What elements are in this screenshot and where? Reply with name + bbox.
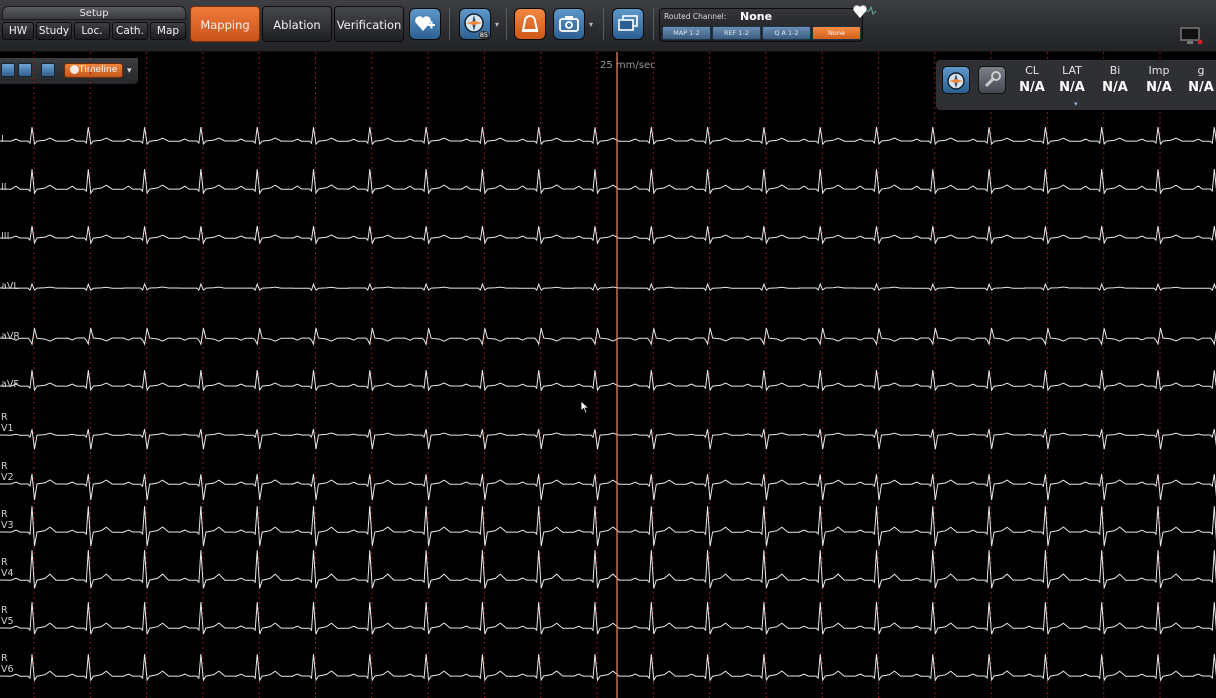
- toolbar-separator: [506, 8, 507, 40]
- toolbar-separator: [603, 8, 604, 40]
- cl-label: CL: [1025, 64, 1039, 77]
- compass-button[interactable]: 85: [459, 8, 491, 40]
- tab-mapping[interactable]: Mapping: [190, 6, 260, 42]
- ecg-trace-v4: [0, 549, 1216, 589]
- setup-title: Setup: [2, 6, 186, 20]
- camera-icon: [559, 16, 579, 32]
- routed-tab-ref[interactable]: REF 1-2: [712, 26, 761, 40]
- chevron-down-icon[interactable]: ▾: [589, 20, 593, 29]
- impedance-label: Imp: [1148, 64, 1170, 77]
- mouse-cursor-icon: [580, 400, 590, 414]
- settings-readout-button[interactable]: [978, 66, 1006, 94]
- ecg-trace-v1: [0, 428, 1216, 450]
- routed-tab-map[interactable]: MAP 1-2: [662, 26, 711, 40]
- compass-icon: [947, 72, 965, 90]
- display-button[interactable]: [612, 8, 644, 40]
- routed-tab-qa[interactable]: Q A 1-2: [762, 26, 811, 40]
- routed-channel-label: Routed Channel:: [664, 12, 727, 21]
- lead-label-avl: aVL: [1, 281, 19, 292]
- heart-status-icon[interactable]: [852, 4, 878, 20]
- compass-readout-button[interactable]: [942, 66, 970, 94]
- ecg-trace-avr: [0, 327, 1216, 346]
- location-button[interactable]: Loc.: [74, 22, 110, 40]
- lead-label-avr: aVR: [1, 331, 20, 342]
- lead-label-v5: R V5: [1, 605, 14, 627]
- ecg-trace-v3: [0, 505, 1216, 547]
- setup-group: Setup HW Study Loc. Cath. Map: [2, 6, 186, 44]
- lead-label-iii: III: [1, 231, 10, 242]
- heart-plus-icon: [415, 16, 435, 31]
- add-heart-button[interactable]: [409, 8, 441, 40]
- lead-label-v3: R V3: [1, 509, 14, 531]
- lead-label-v6: R V6: [1, 653, 14, 675]
- ecg-trace-iii: [0, 225, 1216, 245]
- chevron-down-icon[interactable]: ▾: [1074, 100, 1078, 108]
- force-label: g: [1197, 64, 1205, 77]
- routed-channel-panel: Routed Channel: None MAP 1-2 REF 1-2 Q A…: [659, 8, 863, 42]
- bell-map-button[interactable]: [514, 8, 546, 40]
- monitor-icon[interactable]: [1178, 26, 1204, 46]
- routed-channel-value: None: [740, 10, 773, 23]
- lead-label-v4: R V4: [1, 557, 14, 579]
- ecg-trace-avl: [0, 282, 1216, 292]
- measurement-readout-panel: CL N/A LAT N/A ▾ Bi N/A Imp N/A g N/A: [936, 60, 1216, 110]
- ecg-waveform-area[interactable]: [0, 52, 1216, 698]
- ecg-trace-i: [0, 126, 1216, 146]
- lead-label-v1: R V1: [1, 412, 14, 434]
- chevron-down-icon[interactable]: ▾: [495, 20, 499, 29]
- ecg-trace-ii: [0, 168, 1216, 195]
- toolbar-separator: [449, 8, 450, 40]
- ecg-trace-avf: [0, 369, 1216, 392]
- lead-label-ii: II: [1, 182, 7, 193]
- catheter-button[interactable]: Cath.: [112, 22, 148, 40]
- impedance-value: N/A: [1146, 80, 1172, 95]
- tab-ablation[interactable]: Ablation: [262, 6, 332, 42]
- snapshot-button[interactable]: [553, 8, 585, 40]
- lat-value: N/A: [1059, 80, 1085, 95]
- lat-label: LAT: [1062, 64, 1082, 77]
- routed-tab-none[interactable]: None: [812, 26, 861, 40]
- force-value: N/A: [1188, 80, 1214, 95]
- lead-label-i: I: [1, 134, 4, 145]
- map-button[interactable]: Map: [150, 22, 186, 40]
- ecg-trace-v5: [0, 601, 1216, 635]
- hw-button[interactable]: HW: [2, 22, 34, 40]
- toolbar-separator: [653, 8, 654, 40]
- bipolar-label: Bi: [1109, 64, 1121, 77]
- ecg-trace-v2: [0, 473, 1216, 501]
- bipolar-value: N/A: [1102, 80, 1128, 95]
- windows-icon: [618, 15, 638, 31]
- main-toolbar: Setup HW Study Loc. Cath. Map Mapping Ab…: [0, 0, 1216, 52]
- lead-label-v2: R V2: [1, 461, 14, 483]
- badge-count: 85: [478, 31, 489, 39]
- cl-value: N/A: [1019, 80, 1045, 95]
- ecg-trace-v6: [0, 653, 1216, 682]
- wrench-icon: [984, 71, 1001, 88]
- bell-icon: [521, 15, 539, 32]
- study-button[interactable]: Study: [36, 22, 72, 40]
- tab-verification[interactable]: Verification: [334, 6, 404, 42]
- lead-label-avf: aVF: [1, 379, 19, 390]
